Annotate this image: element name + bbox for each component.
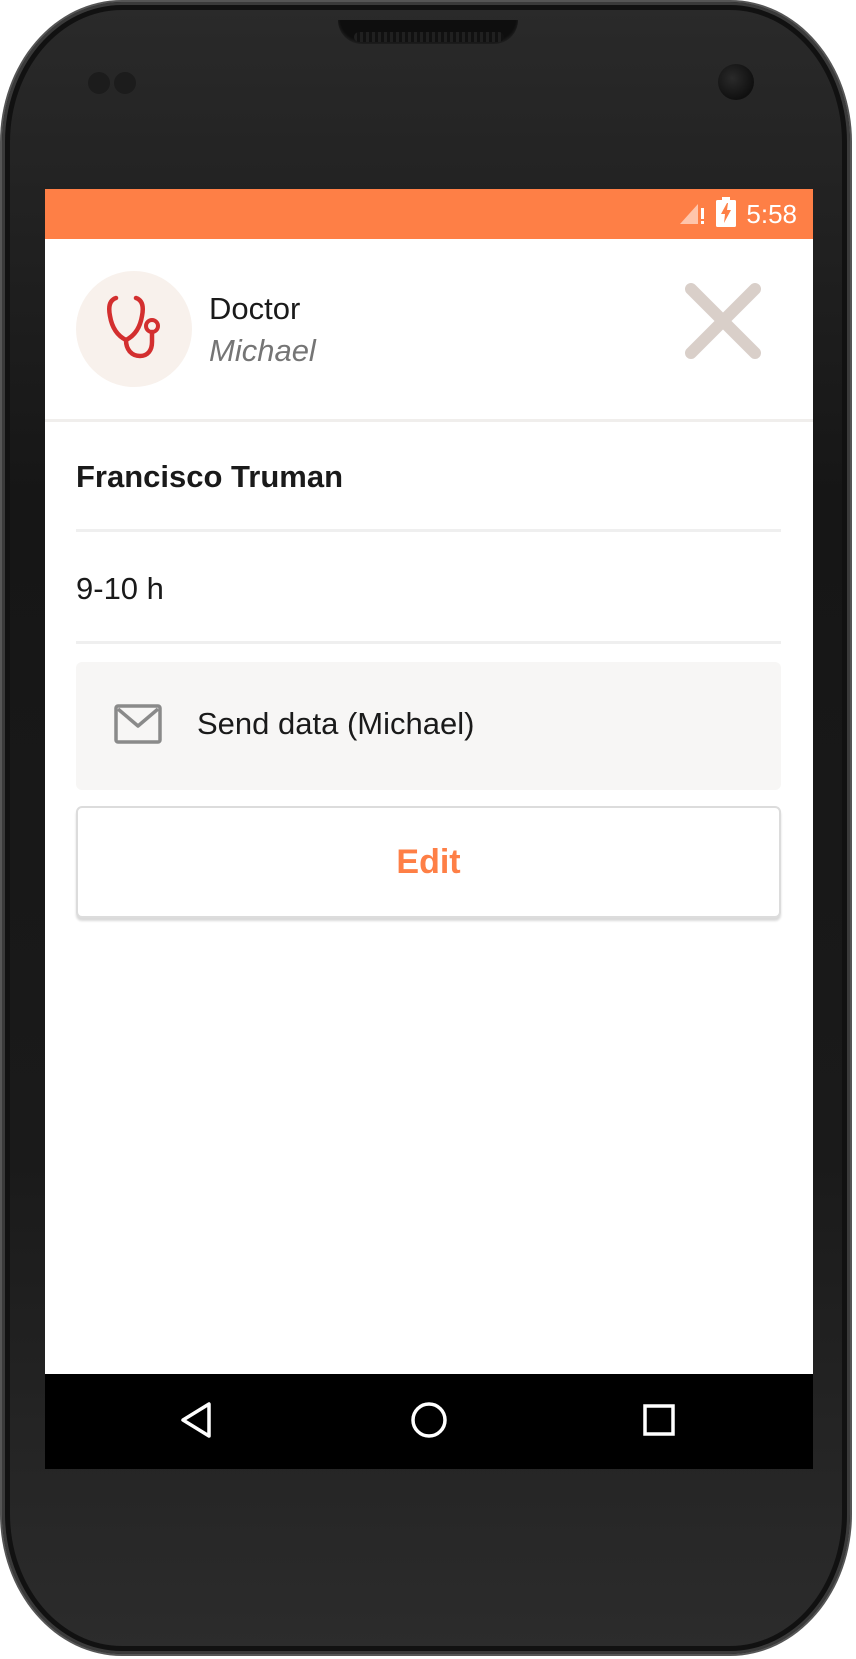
signal-icon xyxy=(678,198,706,231)
status-icons: 5:58 xyxy=(678,189,797,239)
phone-frame: 5:58 Doctor Michael Francisco Truman 9-1… xyxy=(2,2,850,1654)
header: Doctor Michael xyxy=(45,239,813,422)
patient-name: Francisco Truman xyxy=(76,459,344,494)
close-button[interactable] xyxy=(673,271,773,371)
envelope-icon xyxy=(114,704,162,744)
back-button[interactable] xyxy=(171,1396,223,1448)
close-icon xyxy=(673,283,773,375)
status-bar: 5:58 xyxy=(45,189,813,239)
person-name: Michael xyxy=(209,333,316,368)
send-data-button[interactable]: Send data (Michael) xyxy=(76,662,781,790)
speaker-grill xyxy=(354,32,504,42)
status-time: 5:58 xyxy=(746,198,797,229)
time-slot: 9-10 h xyxy=(76,571,164,606)
recents-icon xyxy=(639,1400,679,1445)
back-icon xyxy=(177,1400,217,1445)
divider xyxy=(76,641,781,644)
proximity-sensor xyxy=(88,72,110,94)
light-sensor xyxy=(114,72,136,94)
screen: 5:58 Doctor Michael Francisco Truman 9-1… xyxy=(45,189,813,1469)
avatar xyxy=(76,271,192,387)
battery-charging-icon xyxy=(716,196,737,232)
role-title: Doctor xyxy=(209,291,301,326)
recents-button[interactable] xyxy=(633,1396,685,1448)
home-icon xyxy=(409,1400,449,1445)
divider xyxy=(76,529,781,532)
front-camera xyxy=(718,64,754,100)
edit-button[interactable]: Edit xyxy=(76,806,781,918)
navigation-bar xyxy=(45,1374,813,1469)
stethoscope-icon xyxy=(102,292,166,367)
send-data-label: Send data (Michael) xyxy=(197,706,475,741)
home-button[interactable] xyxy=(403,1396,455,1448)
